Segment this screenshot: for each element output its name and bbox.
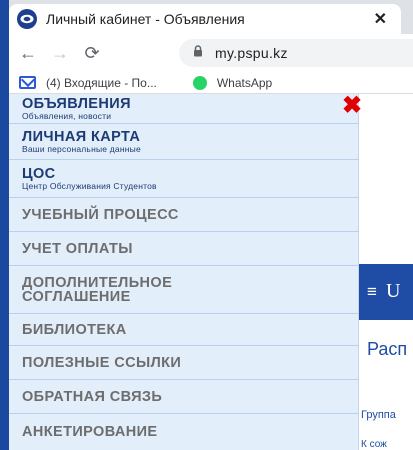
lock-icon — [193, 44, 203, 62]
menu-item-study-process[interactable]: УЧЕБНЫЙ ПРОЦЕСС — [9, 198, 359, 232]
menu-item-student-center[interactable]: ЦОС Центр Обслуживания Студентов — [9, 160, 359, 198]
menu-item-subtitle: Объявления, новости — [22, 110, 112, 121]
menu-item-feedback[interactable]: ОБРАТНАЯ СВЯЗЬ — [9, 380, 359, 414]
menu-item-subtitle: Ваши персональные данные — [22, 143, 141, 154]
bookmark-whatsapp-label: WhatsApp — [216, 75, 273, 90]
background-heading: Расп — [367, 339, 408, 359]
menu-item-payments[interactable]: УЧЕТ ОПЛАТЫ — [9, 232, 359, 266]
menu-item-announcements[interactable]: ОБЪЯВЛЕНИЯ Объявления, новости — [9, 94, 359, 124]
tab-personal-cabinet[interactable]: Личный кабинет - Объявления ✕ — [9, 4, 401, 34]
menu-item-title: ОБРАТНАЯ СВЯЗЬ — [22, 388, 163, 405]
menu-item-library[interactable]: БИБЛИОТЕКА — [9, 314, 359, 346]
tab-bar: Личный кабинет - Объявления ✕ — [9, 0, 413, 34]
close-menu-icon[interactable]: ✖ — [342, 94, 362, 118]
menu-item-title: БИБЛИОТЕКА — [22, 321, 127, 338]
bookmarks-bar: (4) Входящие - По... WhatsApp — [9, 72, 413, 94]
browser-window: Личный кабинет - Объявления ✕ ← → ⟳ my.p… — [9, 0, 413, 450]
menu-item-title: ПОЛЕЗНЫЕ ССЫЛКИ — [22, 354, 182, 371]
bookmark-whatsapp[interactable]: WhatsApp — [167, 75, 273, 90]
address-bar[interactable]: my.pspu.kz — [179, 39, 413, 67]
menu-item-survey[interactable]: АНКЕТИРОВАНИЕ — [9, 414, 359, 450]
bookmark-inbox-label: (4) Входящие - По... — [46, 75, 157, 90]
hamburger-menu-icon[interactable]: ≡ — [367, 282, 377, 302]
menu-item-title: УЧЕТ ОПЛАТЫ — [22, 240, 133, 257]
menu-item-title: ДОПОЛНИТЕЛЬНОЕ СОГЛАШЕНИЕ — [22, 274, 173, 305]
background-text: К сож — [361, 439, 387, 450]
menu-item-personal-card[interactable]: ЛИЧНАЯ КАРТА Ваши персональные данные — [9, 124, 359, 160]
url-text: my.pspu.kz — [215, 45, 288, 61]
background-group-label: Группа — [361, 409, 396, 421]
menu-item-title: ОБЪЯВЛЕНИЯ — [22, 95, 131, 112]
tab-title: Личный кабинет - Объявления — [46, 11, 245, 27]
menu-item-title: ЛИЧНАЯ КАРТА — [22, 128, 141, 145]
background-site-header: ≡ U — [359, 264, 413, 320]
back-arrow-icon[interactable]: ← — [15, 43, 41, 64]
side-menu: ОБЪЯВЛЕНИЯ Объявления, новости ЛИЧНАЯ КА… — [9, 94, 362, 450]
mail-icon — [19, 76, 36, 89]
bookmark-inbox[interactable]: (4) Входящие - По... — [19, 76, 157, 90]
tab-close-icon[interactable]: ✕ — [374, 9, 387, 29]
reload-icon[interactable]: ⟳ — [79, 43, 105, 64]
left-edge-stripe — [0, 0, 9, 450]
site-favicon-icon — [17, 9, 37, 29]
site-logo-letter: U — [386, 280, 401, 302]
menu-item-title: АНКЕТИРОВАНИЕ — [22, 424, 158, 440]
menu-item-additional-agreement[interactable]: ДОПОЛНИТЕЛЬНОЕ СОГЛАШЕНИЕ — [9, 266, 359, 314]
menu-item-title: УЧЕБНЫЙ ПРОЦЕСС — [22, 206, 179, 223]
menu-item-subtitle: Центр Обслуживания Студентов — [22, 180, 157, 191]
page-content: ≡ U Расп Группа К сож ОБЪЯВЛЕНИЯ Объявле… — [9, 94, 413, 450]
forward-arrow-icon[interactable]: → — [47, 43, 73, 64]
whatsapp-icon — [192, 75, 207, 90]
menu-item-useful-links[interactable]: ПОЛЕЗНЫЕ ССЫЛКИ — [9, 346, 359, 380]
browser-toolbar: ← → ⟳ my.pspu.kz — [9, 34, 413, 72]
menu-item-title: ЦОС — [22, 165, 56, 182]
